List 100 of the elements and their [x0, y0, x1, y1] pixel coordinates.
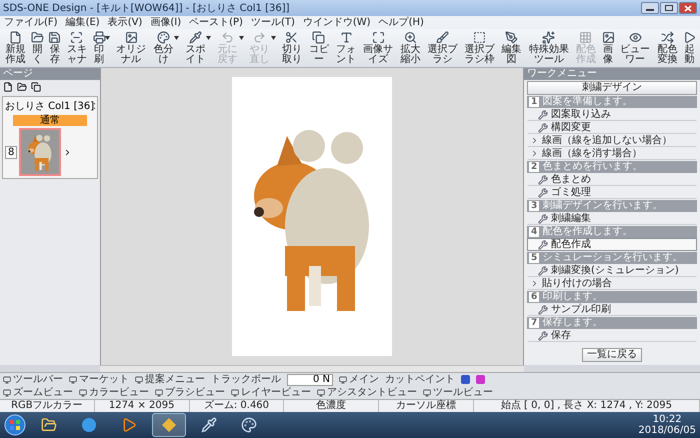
brush-icon — [436, 31, 449, 44]
toolbar-button[interactable]: スポイト — [184, 30, 206, 66]
eye-icon — [628, 31, 642, 44]
layer-tag: 通常 — [13, 115, 87, 126]
horizontal-scrollbar[interactable] — [100, 365, 524, 372]
menu-item[interactable]: ヘルプ(H) — [378, 16, 424, 28]
menu-item[interactable]: 編集(E) — [66, 16, 100, 28]
view-toggle[interactable]: メイン — [339, 374, 379, 386]
toolbar-button[interactable]: 画像サイズ — [362, 30, 394, 66]
trackball-field[interactable]: 0 N — [287, 374, 333, 386]
document-title: おしりさ Col1 [36] — [5, 100, 94, 113]
diamond-icon — [161, 417, 177, 433]
view-toggle[interactable]: ツールバー — [3, 374, 63, 386]
start-button[interactable] — [4, 414, 26, 436]
toolbar-button[interactable]: コピー — [308, 30, 330, 66]
wrench-icon — [538, 188, 548, 198]
view-toggle[interactable]: ブラシビュー — [155, 386, 225, 398]
minimize-button[interactable] — [641, 2, 659, 14]
copy-icon[interactable] — [31, 82, 41, 92]
toolbar-button[interactable]: 新規作成 — [4, 30, 27, 66]
menu-item[interactable]: ツール(T) — [250, 16, 295, 28]
clock-time: 10:22 — [652, 414, 682, 425]
toolbar-button[interactable]: 印刷 — [93, 30, 106, 66]
work-menu-item[interactable]: サンプル印刷 — [527, 303, 697, 316]
toolbar-button[interactable]: 拡大縮小 — [399, 30, 422, 66]
work-menu-item[interactable]: 構図変更 — [527, 121, 697, 134]
monitor-icon — [69, 376, 77, 384]
close-button[interactable] — [679, 2, 697, 14]
dropdown-caret-icon[interactable] — [206, 36, 212, 40]
toolbar-button[interactable]: 編集図 — [500, 30, 523, 66]
step-number: 7 — [529, 318, 540, 328]
monitor-icon — [135, 376, 143, 384]
view-toggle[interactable]: ズームビュー — [3, 386, 73, 398]
section-title: 色まとめを行います。 — [542, 161, 642, 173]
file-icon — [9, 31, 22, 44]
work-menu-item[interactable]: 色まとめ — [527, 173, 697, 186]
font-icon — [340, 31, 353, 44]
close-icon — [684, 4, 692, 12]
toolbar-button[interactable]: フォント — [335, 30, 358, 66]
step-number: 2 — [529, 162, 540, 172]
wrench-icon — [538, 174, 548, 184]
view-toggle[interactable]: 提案メニュー — [135, 374, 205, 386]
toolbar-button[interactable]: 開く — [32, 30, 44, 66]
menu-item[interactable]: ウインドウ(W) — [302, 16, 371, 28]
back-to-list-button[interactable]: 一覧に戻る — [582, 348, 642, 362]
view-toggle[interactable]: カラービュー — [79, 386, 149, 398]
toolbar-button[interactable]: 画像 — [602, 30, 614, 66]
step-number: 5 — [529, 253, 540, 263]
play-icon — [121, 417, 137, 433]
monitor-icon — [79, 388, 87, 396]
toolbar-button[interactable]: ビューワー — [619, 30, 652, 66]
work-menu-item[interactable]: 刺繍変換(シミュレーション) — [527, 264, 697, 277]
work-menu-item[interactable]: 線画（線を追加しない場合） — [527, 134, 697, 147]
view-toggle[interactable]: アシスタントビュー — [317, 386, 417, 398]
folder-icon[interactable] — [17, 82, 27, 92]
monitor-icon — [231, 388, 239, 396]
monitor-icon — [317, 388, 325, 396]
monitor-icon — [423, 388, 431, 396]
toolbar-button[interactable]: 起動 — [683, 30, 696, 66]
dropdown-caret-icon[interactable] — [174, 36, 180, 40]
chevron-right-icon — [530, 279, 539, 288]
maximize-button[interactable] — [660, 2, 678, 14]
toolbar-button[interactable]: スキャナ — [66, 30, 88, 66]
work-menu-item[interactable]: 貼り付けの場合 — [527, 277, 697, 290]
toolbar-button[interactable]: 選択ブラシ — [426, 30, 458, 66]
toolbar-button[interactable]: 特殊効果ツール — [528, 30, 570, 66]
section-title: 印刷します。 — [542, 291, 602, 303]
section-title: 配色を作成します。 — [542, 226, 632, 238]
work-menu-item[interactable]: 線画（線を消す場合） — [527, 147, 697, 160]
monitor-icon — [339, 376, 347, 384]
toolbar-button[interactable]: 選択ブラシ枠 — [464, 30, 496, 66]
toolbar-button[interactable]: 切り取り — [280, 30, 303, 66]
work-menu-item[interactable]: 図案取り込み — [527, 108, 697, 121]
sparkles-icon — [542, 31, 556, 44]
pipette-icon — [201, 417, 217, 433]
shuffle-icon — [660, 31, 674, 44]
page-thumbnail[interactable] — [19, 128, 62, 176]
work-menu-item[interactable]: 配色作成 — [527, 238, 697, 251]
menu-item[interactable]: ファイル(F) — [4, 16, 58, 28]
section-title: 刺繍デザインを行います。 — [542, 200, 662, 212]
new-page-icon[interactable] — [3, 82, 13, 92]
work-menu-item[interactable]: ゴミ処理 — [527, 186, 697, 199]
menu-item[interactable]: 画像(I) — [150, 16, 182, 28]
toolbar-button[interactable]: 保存 — [48, 30, 61, 66]
work-menu-item[interactable]: 刺繍編集 — [527, 212, 697, 225]
grid-icon — [579, 31, 592, 44]
view-toggle[interactable]: マーケット — [69, 374, 129, 386]
view-toggle[interactable]: ツールビュー — [423, 386, 493, 398]
design-mode-button[interactable]: 刺繍デザイン — [527, 81, 697, 95]
view-toggle[interactable]: レイヤービュー — [231, 386, 311, 398]
dropdown-caret-icon[interactable] — [105, 36, 110, 40]
resize-icon — [372, 31, 385, 44]
menu-item[interactable]: ペースト(P) — [189, 16, 243, 28]
menu-item[interactable]: 表示(V) — [108, 16, 142, 28]
toolbar-button[interactable]: オリジナル — [115, 30, 148, 66]
palette-icon — [156, 31, 170, 44]
toolbar-button[interactable]: 色分け — [152, 30, 174, 66]
toolbar-button[interactable]: 配色変換 — [656, 30, 678, 66]
work-menu-item[interactable]: 保存 — [527, 329, 697, 342]
zoom-icon — [404, 31, 417, 44]
